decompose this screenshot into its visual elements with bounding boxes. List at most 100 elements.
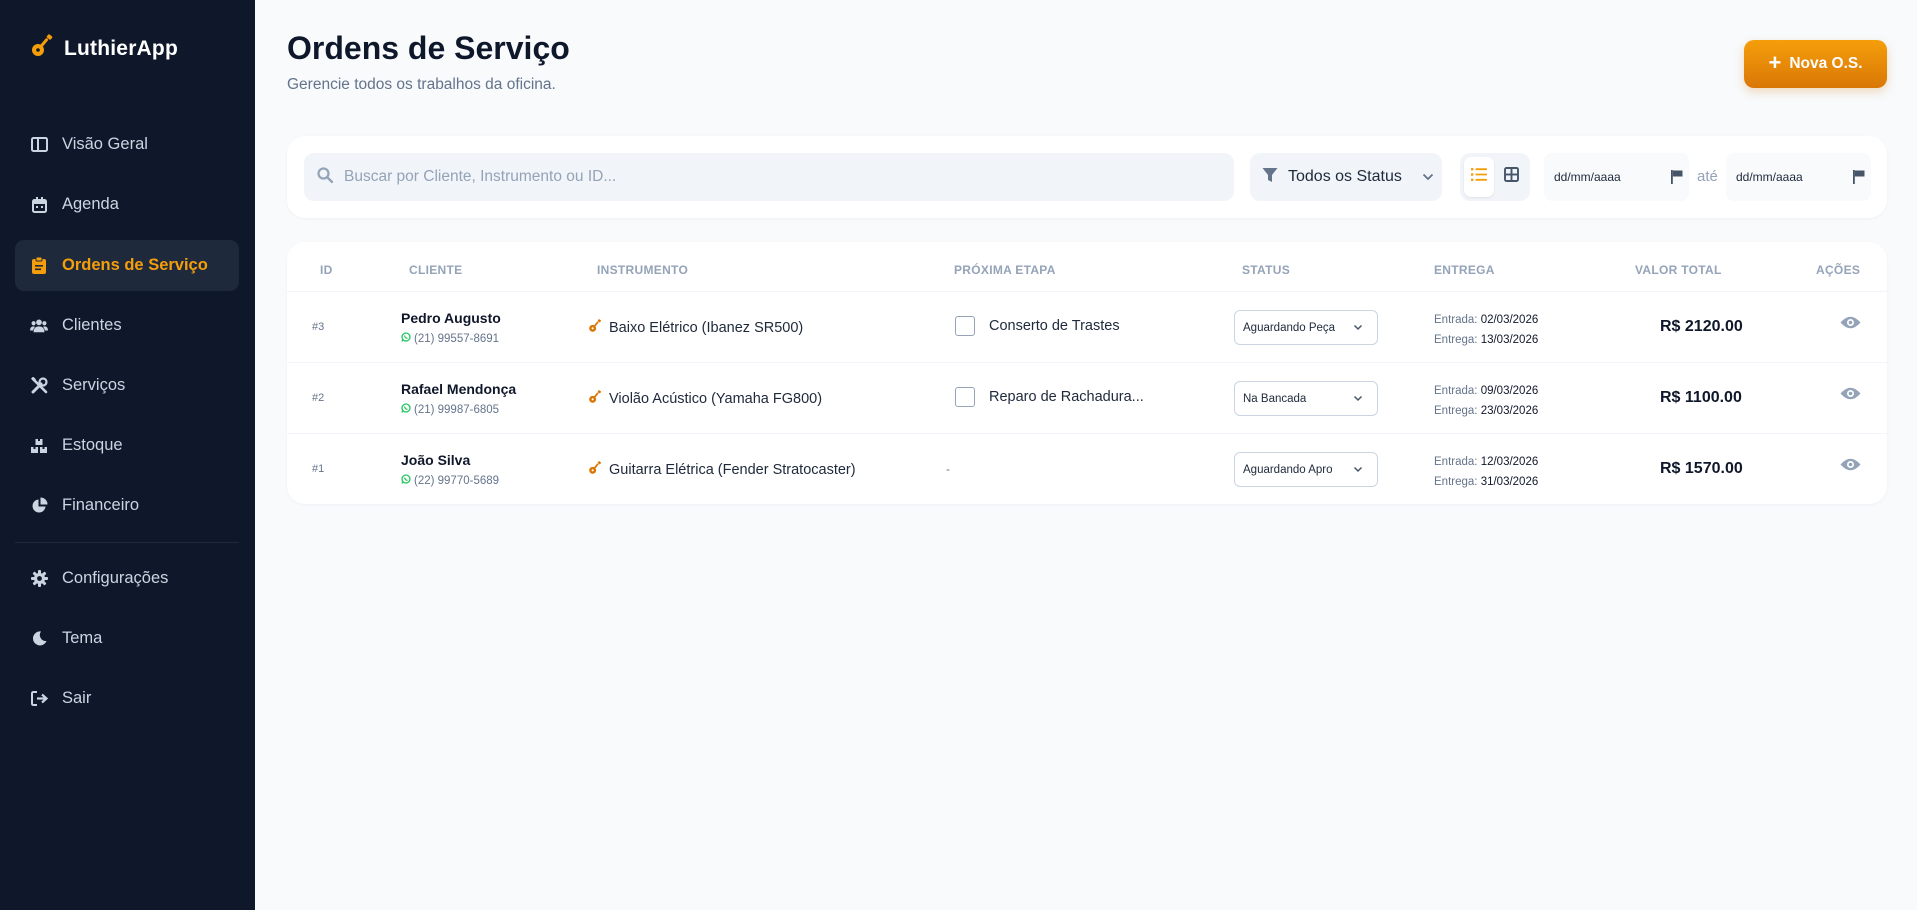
- entrada-label: Entrada:: [1434, 456, 1478, 468]
- entrega-date: 23/03/2026: [1480, 405, 1539, 417]
- status-value: Aguardando Peça: [1243, 321, 1336, 334]
- order-id: #1: [312, 463, 325, 475]
- gear-icon: [30, 570, 48, 588]
- entrada-label: Entrada:: [1434, 314, 1478, 326]
- instrument: Guitarra Elétrica (Fender Stratocaster): [588, 461, 856, 479]
- date-to-placeholder: dd/mm/aaaa: [1736, 170, 1803, 184]
- client-name: Rafael Mendonça: [401, 381, 517, 397]
- sidebar-divider: [15, 542, 239, 543]
- total-value: R$ 1570.00: [1660, 460, 1743, 477]
- total-value: R$ 1100.00: [1660, 389, 1742, 406]
- sidebar-item-visao-geral[interactable]: Visão Geral: [15, 119, 239, 170]
- view-details-button[interactable]: [1840, 315, 1861, 335]
- chevron-down-icon: [1353, 393, 1363, 405]
- sidebar-item-servicos[interactable]: Serviços: [15, 360, 239, 411]
- tools-icon: [30, 377, 48, 395]
- whatsapp-icon: [401, 403, 411, 416]
- page-subtitle: Gerencie todos os trabalhos da oficina.: [287, 76, 556, 93]
- date-from-placeholder: dd/mm/aaaa: [1554, 170, 1621, 184]
- client-phone-text: (22) 99770-5689: [414, 474, 500, 487]
- view-details-button[interactable]: [1840, 457, 1861, 477]
- calendar-icon: [30, 196, 48, 214]
- next-step-label: Reparo de Rachadura...: [989, 389, 1144, 405]
- status-filter-select[interactable]: Todos os Status: [1250, 153, 1442, 201]
- status-filter-value: Todos os Status: [1288, 168, 1402, 185]
- status-select[interactable]: Na Bancada: [1234, 381, 1378, 416]
- table-row[interactable]: #3 Pedro Augusto (21) 99557-8691 Baixo E…: [287, 292, 1887, 363]
- sidebar-item-label: Serviços: [62, 376, 126, 394]
- next-step-empty: -: [946, 462, 950, 476]
- column-header-acoes: AÇÕES: [1816, 263, 1861, 277]
- entrada-label: Entrada:: [1434, 385, 1478, 397]
- list-view-button[interactable]: [1464, 157, 1494, 197]
- status-select[interactable]: Aguardando Peça: [1234, 310, 1378, 345]
- entrega-label: Entrega:: [1434, 334, 1478, 346]
- client-name: Pedro Augusto: [401, 310, 501, 326]
- date-separator: até: [1697, 168, 1718, 185]
- table-row[interactable]: #2 Rafael Mendonça (21) 99987-6805 Violã…: [287, 363, 1887, 434]
- sidebar-item-clientes[interactable]: Clientes: [15, 300, 239, 351]
- entrada-date: 02/03/2026: [1480, 314, 1539, 326]
- delivery-dates: Entrada: 02/03/2026 Entrega: 13/03/2026: [1434, 310, 1538, 350]
- brand[interactable]: LuthierApp: [30, 34, 178, 63]
- guitar-icon: [588, 461, 602, 479]
- client-phone[interactable]: (21) 99557-8691: [401, 332, 499, 345]
- sidebar-item-label: Sair: [62, 689, 92, 707]
- sidebar-item-sair[interactable]: Sair: [15, 673, 239, 724]
- eye-icon: [1840, 316, 1861, 334]
- next-step: Reparo de Rachadura...: [955, 387, 1144, 407]
- search-input[interactable]: [344, 168, 1224, 186]
- sidebar-item-agenda[interactable]: Agenda: [15, 179, 239, 230]
- sidebar-item-label: Ordens de Serviço: [62, 256, 208, 274]
- whatsapp-icon: [401, 474, 411, 487]
- orders-table: ID CLIENTE INSTRUMENTO PRÓXIMA ETAPA STA…: [287, 242, 1887, 504]
- instrument-name: Guitarra Elétrica (Fender Stratocaster): [609, 462, 856, 478]
- flag-icon: [1853, 170, 1865, 187]
- search-box[interactable]: [304, 153, 1234, 201]
- pie-chart-icon: [30, 497, 48, 515]
- date-to-input[interactable]: dd/mm/aaaa: [1726, 153, 1871, 201]
- users-icon: [30, 317, 48, 335]
- client-phone-text: (21) 99557-8691: [414, 332, 500, 345]
- clipboard-icon: [30, 257, 48, 275]
- instrument-name: Violão Acústico (Yamaha FG800): [609, 391, 823, 407]
- sidebar-item-estoque[interactable]: Estoque: [15, 420, 239, 471]
- next-step: Conserto de Trastes: [955, 316, 1120, 336]
- delivery-dates: Entrada: 12/03/2026 Entrega: 31/03/2026: [1434, 452, 1538, 492]
- entrada-date: 09/03/2026: [1480, 385, 1539, 397]
- column-header-cliente: CLIENTE: [409, 263, 463, 277]
- client-phone[interactable]: (22) 99770-5689: [401, 474, 499, 487]
- column-header-entrega: ENTREGA: [1434, 263, 1495, 277]
- guitar-icon: [588, 390, 602, 408]
- table-row[interactable]: #1 João Silva (22) 99770-5689 Guitarra E…: [287, 434, 1887, 504]
- sidebar-item-label: Financeiro: [62, 496, 140, 514]
- status-select[interactable]: Aguardando Apro: [1234, 452, 1378, 487]
- client-name: João Silva: [401, 452, 471, 468]
- sidebar-item-financeiro[interactable]: Financeiro: [15, 480, 239, 531]
- filter-bar: Todos os Status dd/mm/aaaa até dd/mm/aaa…: [287, 136, 1887, 218]
- chevron-down-icon: [1353, 464, 1363, 476]
- app-name: LuthierApp: [64, 36, 178, 60]
- sidebar-item-ordens-de-servico[interactable]: Ordens de Serviço: [15, 240, 239, 291]
- sidebar-item-label: Clientes: [62, 316, 122, 334]
- column-header-proxima-etapa: PRÓXIMA ETAPA: [954, 263, 1056, 277]
- whatsapp-icon: [401, 332, 411, 345]
- sidebar-item-tema[interactable]: Tema: [15, 613, 239, 664]
- sidebar-item-label: Estoque: [62, 436, 123, 454]
- date-from-input[interactable]: dd/mm/aaaa: [1544, 153, 1689, 201]
- new-order-button[interactable]: + Nova O.S.: [1744, 40, 1887, 88]
- client-phone-text: (21) 99987-6805: [414, 403, 500, 416]
- boxes-icon: [30, 437, 48, 455]
- chevron-down-icon: [1422, 168, 1434, 186]
- next-step-checkbox[interactable]: [955, 316, 975, 336]
- client-phone[interactable]: (21) 99987-6805: [401, 403, 499, 416]
- view-details-button[interactable]: [1840, 386, 1861, 406]
- eye-icon: [1840, 387, 1861, 405]
- column-header-id: ID: [320, 263, 333, 277]
- next-step-checkbox[interactable]: [955, 387, 975, 407]
- grid-view-button[interactable]: [1496, 157, 1526, 197]
- entrega-label: Entrega:: [1434, 476, 1478, 488]
- instrument: Violão Acústico (Yamaha FG800): [588, 390, 822, 408]
- sidebar-item-configuracoes[interactable]: Configurações: [15, 553, 239, 604]
- eye-icon: [1840, 458, 1861, 476]
